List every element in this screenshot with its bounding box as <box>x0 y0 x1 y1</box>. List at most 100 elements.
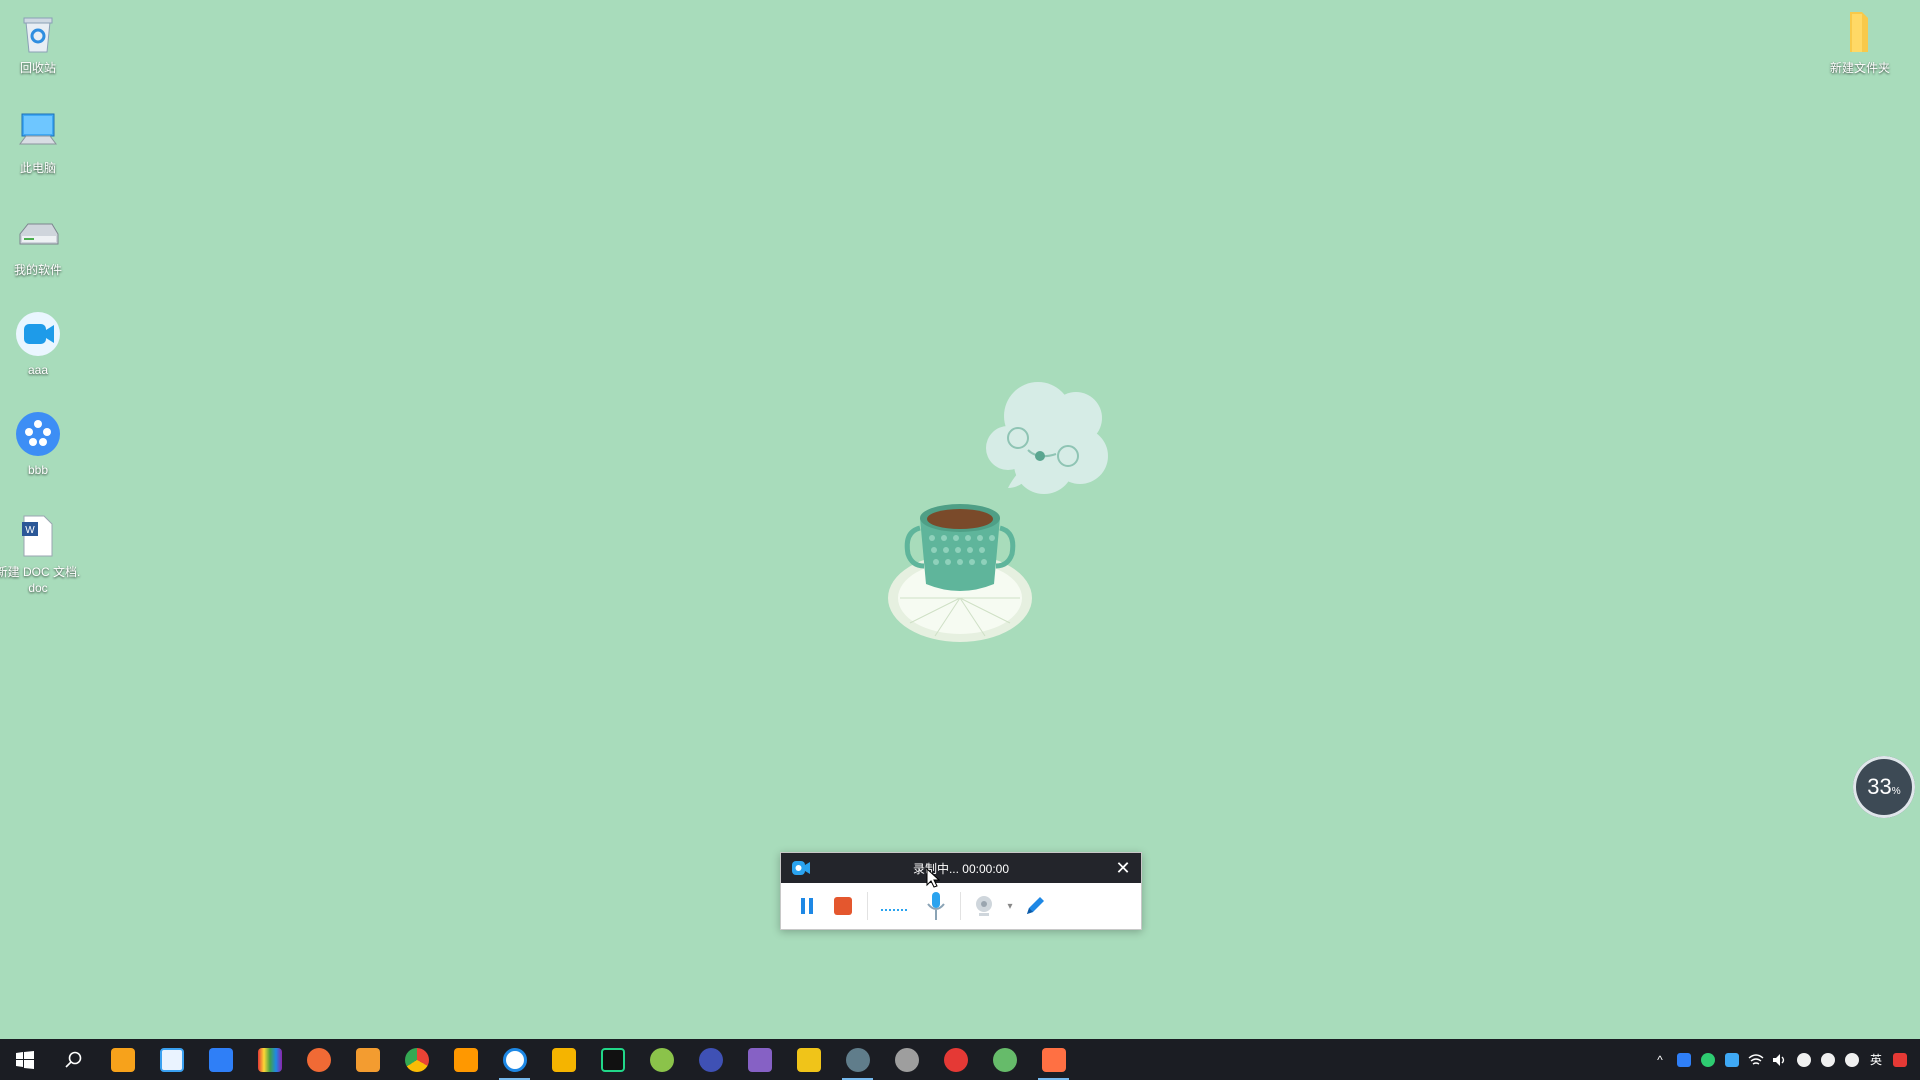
start-icon <box>15 1050 34 1069</box>
folder-icon <box>1836 8 1884 56</box>
app-icon <box>159 1047 184 1072</box>
taskbar-app[interactable] <box>98 1039 147 1080</box>
chrome-icon <box>404 1047 429 1072</box>
taskbar-app[interactable] <box>735 1039 784 1080</box>
svg-text:W: W <box>25 525 35 536</box>
wechat-icon[interactable] <box>1696 1039 1720 1080</box>
visual-studio-icon <box>747 1047 772 1072</box>
taskbar-app[interactable] <box>980 1039 1029 1080</box>
app-icon <box>845 1047 870 1072</box>
search-button[interactable] <box>49 1039 98 1080</box>
taskbar-app[interactable] <box>343 1039 392 1080</box>
shield-icon[interactable] <box>1720 1039 1744 1080</box>
tray-app-icon[interactable] <box>1672 1039 1696 1080</box>
pen-button[interactable] <box>1017 888 1053 924</box>
divider <box>960 892 961 920</box>
taskbar-app[interactable] <box>882 1039 931 1080</box>
sogou-input-icon[interactable] <box>1888 1039 1912 1080</box>
microphone-icon <box>927 892 945 920</box>
taskbar-app[interactable] <box>1029 1039 1078 1080</box>
app-icon <box>257 1047 282 1072</box>
webcam-dropdown[interactable]: ▾ <box>1003 888 1017 924</box>
qq-icon[interactable] <box>1840 1039 1864 1080</box>
desktop-icon-aaa[interactable]: aaa <box>0 310 81 378</box>
volume-icon[interactable] <box>1768 1039 1792 1080</box>
desktop-icon-new-doc[interactable]: W 新建 DOC 文档.doc <box>0 512 81 596</box>
webcam-icon <box>976 896 992 916</box>
app-icon <box>649 1047 674 1072</box>
taskbar-app[interactable] <box>539 1039 588 1080</box>
desktop-icon-new-folder[interactable]: 新建文件夹 <box>1817 8 1903 76</box>
app-icon <box>943 1047 968 1072</box>
pycharm-icon <box>600 1047 625 1072</box>
recycle-bin-icon <box>14 8 62 56</box>
desktop-icon-label: 此电脑 <box>19 161 56 175</box>
desktop-icon-bbb[interactable]: bbb <box>0 410 81 478</box>
taskbar-app[interactable] <box>147 1039 196 1080</box>
taskbar-app[interactable] <box>392 1039 441 1080</box>
word-document-icon: W <box>14 512 62 560</box>
app-icon <box>551 1047 576 1072</box>
taskbar: ^ 英 <box>0 1039 1920 1080</box>
desktop-icon-label: 回收站 <box>19 61 56 75</box>
taskbar-app[interactable] <box>490 1039 539 1080</box>
recorder-tools: ▾ <box>781 883 1141 929</box>
desktop-icon-label: aaa <box>27 363 49 377</box>
meter-value: 33 <box>1867 774 1892 799</box>
input-method-indicator[interactable]: 英 <box>1864 1039 1888 1080</box>
pen-icon <box>1027 897 1044 914</box>
wallpaper-illustration <box>880 378 1120 658</box>
taskbar-app[interactable] <box>931 1039 980 1080</box>
webcam-button[interactable] <box>967 888 1003 924</box>
screen-recorder-toolbar[interactable]: 录制中... 00:00:00 ✕ ▾ <box>780 852 1142 930</box>
mouse-cursor-icon <box>926 868 940 888</box>
recorder-title-bar[interactable]: 录制中... 00:00:00 ✕ <box>781 853 1141 883</box>
meter-unit: % <box>1891 785 1901 797</box>
taskbar-app[interactable] <box>245 1039 294 1080</box>
app-icon <box>894 1047 919 1072</box>
system-tray: ^ 英 <box>1648 1039 1920 1080</box>
stop-icon <box>834 897 852 915</box>
stop-button[interactable] <box>825 888 861 924</box>
taskbar-app[interactable] <box>294 1039 343 1080</box>
app-icon <box>502 1047 527 1072</box>
wifi-icon[interactable] <box>1744 1039 1768 1080</box>
app-icon <box>306 1047 331 1072</box>
desktop-icon-recycle-bin[interactable]: 回收站 <box>0 8 81 76</box>
close-icon[interactable]: ✕ <box>1113 858 1133 878</box>
divider <box>867 892 868 920</box>
pause-button[interactable] <box>789 888 825 924</box>
app-icon <box>1041 1047 1066 1072</box>
drive-icon <box>14 210 62 258</box>
video-camera-app-icon <box>14 310 62 358</box>
desktop-icon-label: 我的软件 <box>13 263 62 277</box>
desktop-icon-this-pc[interactable]: 此电脑 <box>0 108 81 176</box>
computer-icon <box>14 108 62 156</box>
chevron-up-icon[interactable]: ^ <box>1648 1039 1672 1080</box>
microphone-button[interactable] <box>918 888 954 924</box>
taskbar-app[interactable] <box>686 1039 735 1080</box>
taskbar-app[interactable] <box>833 1039 882 1080</box>
taskbar-app[interactable] <box>588 1039 637 1080</box>
recorder-logo-icon <box>791 859 811 877</box>
app-icon <box>355 1047 380 1072</box>
pause-icon <box>801 898 813 914</box>
taskbar-app[interactable] <box>441 1039 490 1080</box>
audio-level-indicator <box>874 888 918 924</box>
taskbar-app[interactable] <box>637 1039 686 1080</box>
memory-usage-meter[interactable]: 33 % <box>1853 756 1915 818</box>
desktop-icon-label: bbb <box>27 463 49 477</box>
desktop-icon-label: 新建 DOC 文档.doc <box>0 565 81 595</box>
app-icon <box>698 1047 723 1072</box>
desktop: 回收站 此电脑 我的软件 aaa bbb W 新建 DOC 文档.doc 新建文… <box>0 0 1920 1039</box>
taskbar-app[interactable] <box>196 1039 245 1080</box>
app-icon <box>453 1047 478 1072</box>
taskbar-app[interactable] <box>784 1039 833 1080</box>
start-button[interactable] <box>0 1039 49 1080</box>
desktop-icon-my-software[interactable]: 我的软件 <box>0 210 81 278</box>
qq-icon[interactable] <box>1792 1039 1816 1080</box>
qq-icon[interactable] <box>1816 1039 1840 1080</box>
desktop-icon-label: 新建文件夹 <box>1829 61 1890 75</box>
audio-level-icon <box>881 909 907 911</box>
chevron-down-icon: ▾ <box>1007 900 1013 912</box>
